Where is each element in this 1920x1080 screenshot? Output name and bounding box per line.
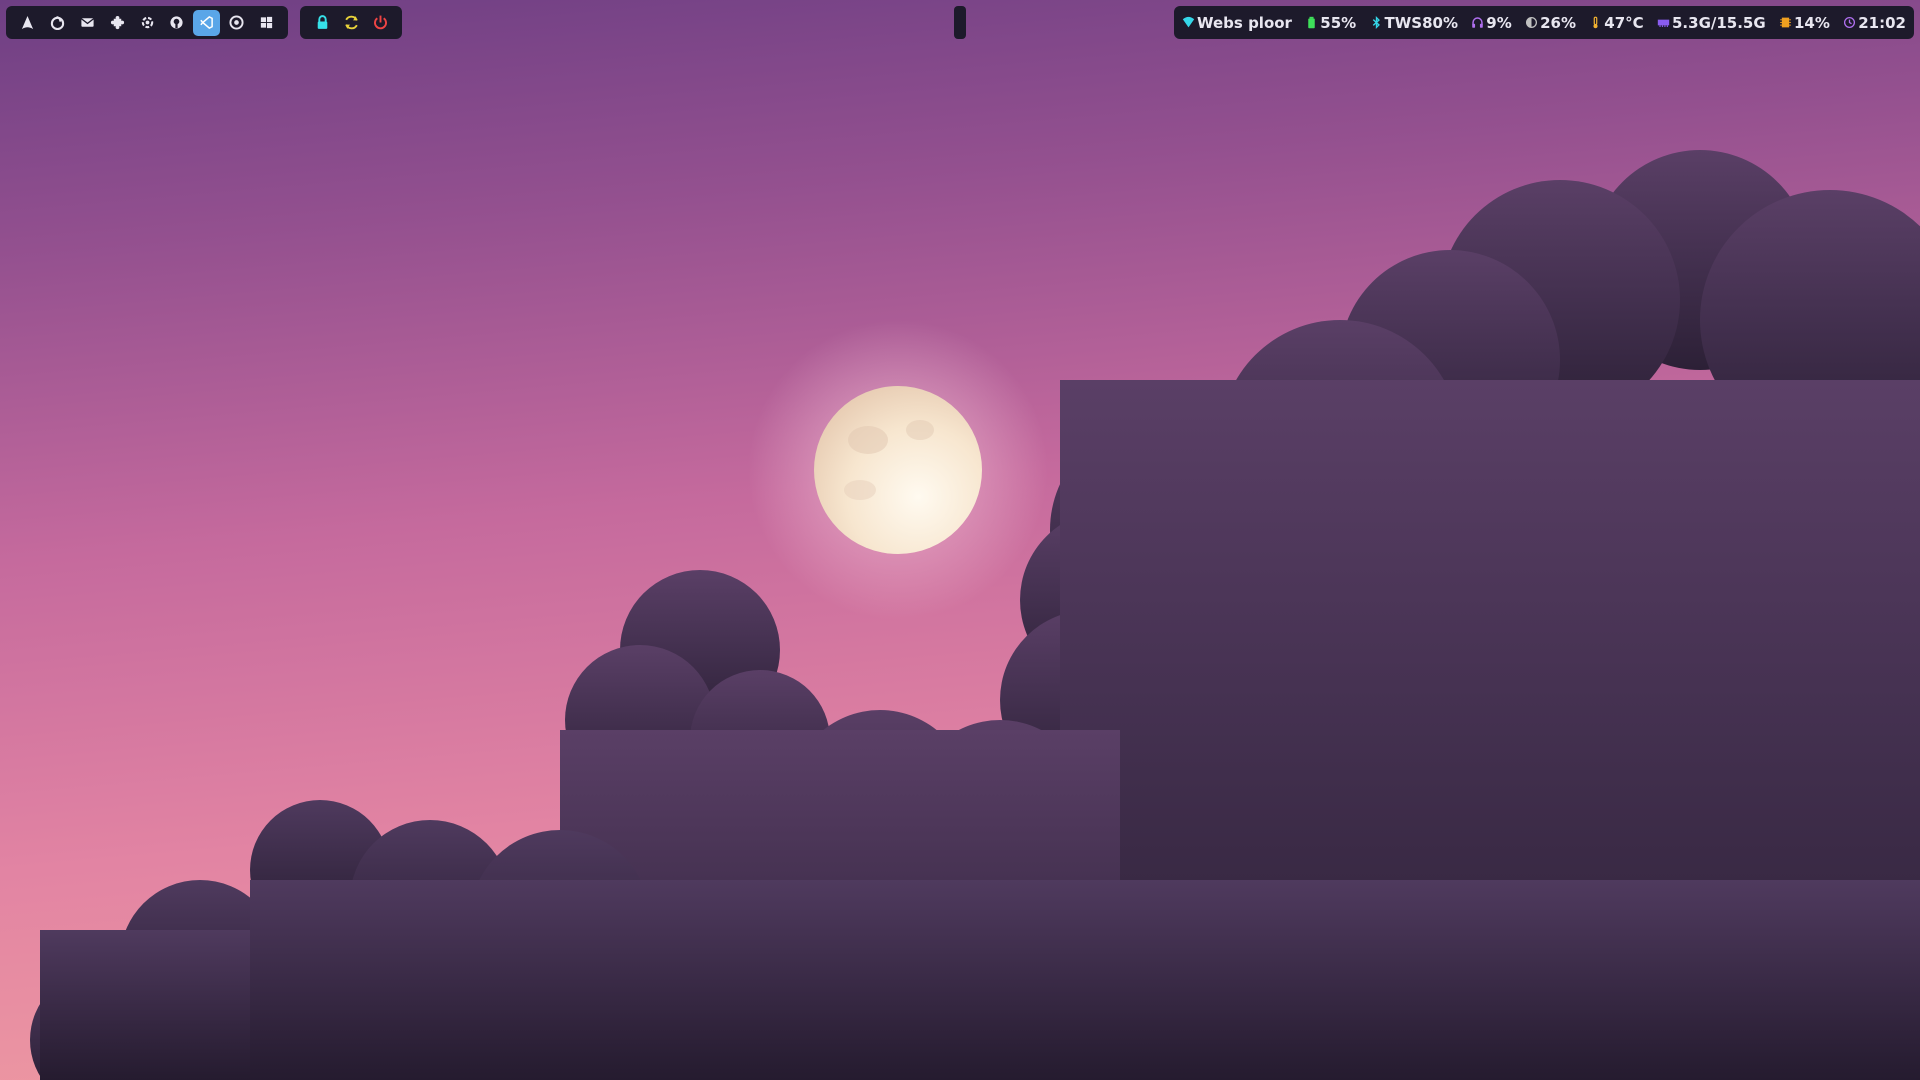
refresh-icon	[344, 15, 358, 30]
puzzle-icon	[110, 15, 124, 30]
workspace-indicator[interactable]	[954, 6, 966, 39]
launcher-arch-linux[interactable]	[14, 10, 42, 36]
arch-linux-icon	[22, 15, 34, 30]
memory-icon	[1657, 19, 1670, 27]
bluetooth-status[interactable]: TWS80%	[1370, 14, 1458, 32]
launcher-chrome[interactable]	[222, 10, 250, 36]
power-icon	[373, 15, 387, 30]
settings-icon	[141, 16, 153, 29]
firefox-icon	[51, 15, 65, 30]
battery-status[interactable]: 55%	[1305, 14, 1356, 32]
launcher-windows[interactable]	[252, 10, 280, 36]
windows-icon	[260, 16, 272, 29]
mail-icon	[80, 18, 94, 27]
thermometer-icon	[1593, 16, 1598, 29]
desktop: Webs ploor 55% TWS80% 9% 26% 47°C 5.3G/1…	[0, 0, 1920, 1080]
brightness-level: 26%	[1540, 13, 1576, 32]
brightness-icon	[1526, 16, 1538, 29]
refresh-button[interactable]	[337, 10, 365, 36]
battery-icon	[1308, 16, 1316, 29]
vscode-icon	[200, 15, 213, 30]
launcher-mail[interactable]	[74, 10, 102, 36]
temperature-status[interactable]: 47°C	[1589, 13, 1644, 32]
cpu-usage: 14%	[1794, 13, 1830, 32]
cpu-status[interactable]: 14%	[1779, 14, 1830, 32]
power-actions-bar	[300, 6, 402, 39]
clock-icon	[1844, 16, 1856, 29]
wifi-icon	[1182, 16, 1195, 28]
github-icon	[170, 16, 183, 29]
memory-status[interactable]: 5.3G/15.5G	[1657, 14, 1766, 32]
clock[interactable]: 21:02	[1843, 14, 1906, 32]
clock-time: 21:02	[1858, 13, 1906, 32]
temperature-value: 47°C	[1604, 13, 1644, 32]
lock-button[interactable]	[308, 10, 336, 36]
cpu-icon	[1780, 17, 1791, 28]
launcher-vscode[interactable]	[192, 9, 221, 36]
launcher-settings[interactable]	[133, 10, 161, 36]
wallpaper-moon-clouds	[30, 150, 1920, 1080]
status-bar: Webs ploor 55% TWS80% 9% 26% 47°C 5.3G/1…	[1174, 6, 1914, 39]
battery-level: 55%	[1320, 13, 1357, 32]
chrome-icon	[229, 15, 244, 30]
launcher-firefox[interactable]	[44, 10, 72, 36]
headphones-icon	[1472, 17, 1484, 28]
wifi-network-name: Webs ploor	[1197, 13, 1292, 32]
launcher-puzzle[interactable]	[103, 10, 131, 36]
launcher-github[interactable]	[163, 10, 191, 36]
power-button[interactable]	[366, 10, 394, 36]
memory-usage: 5.3G/15.5G	[1672, 13, 1766, 32]
bluetooth-icon	[1372, 15, 1380, 30]
volume-level: 9%	[1486, 13, 1512, 32]
lock-icon	[317, 15, 327, 29]
volume-status[interactable]: 9%	[1471, 13, 1512, 32]
bluetooth-device: TWS80%	[1384, 13, 1458, 32]
app-launcher-bar	[6, 6, 288, 39]
brightness-status[interactable]: 26%	[1525, 14, 1576, 32]
wifi-status[interactable]: Webs ploor	[1182, 14, 1292, 32]
